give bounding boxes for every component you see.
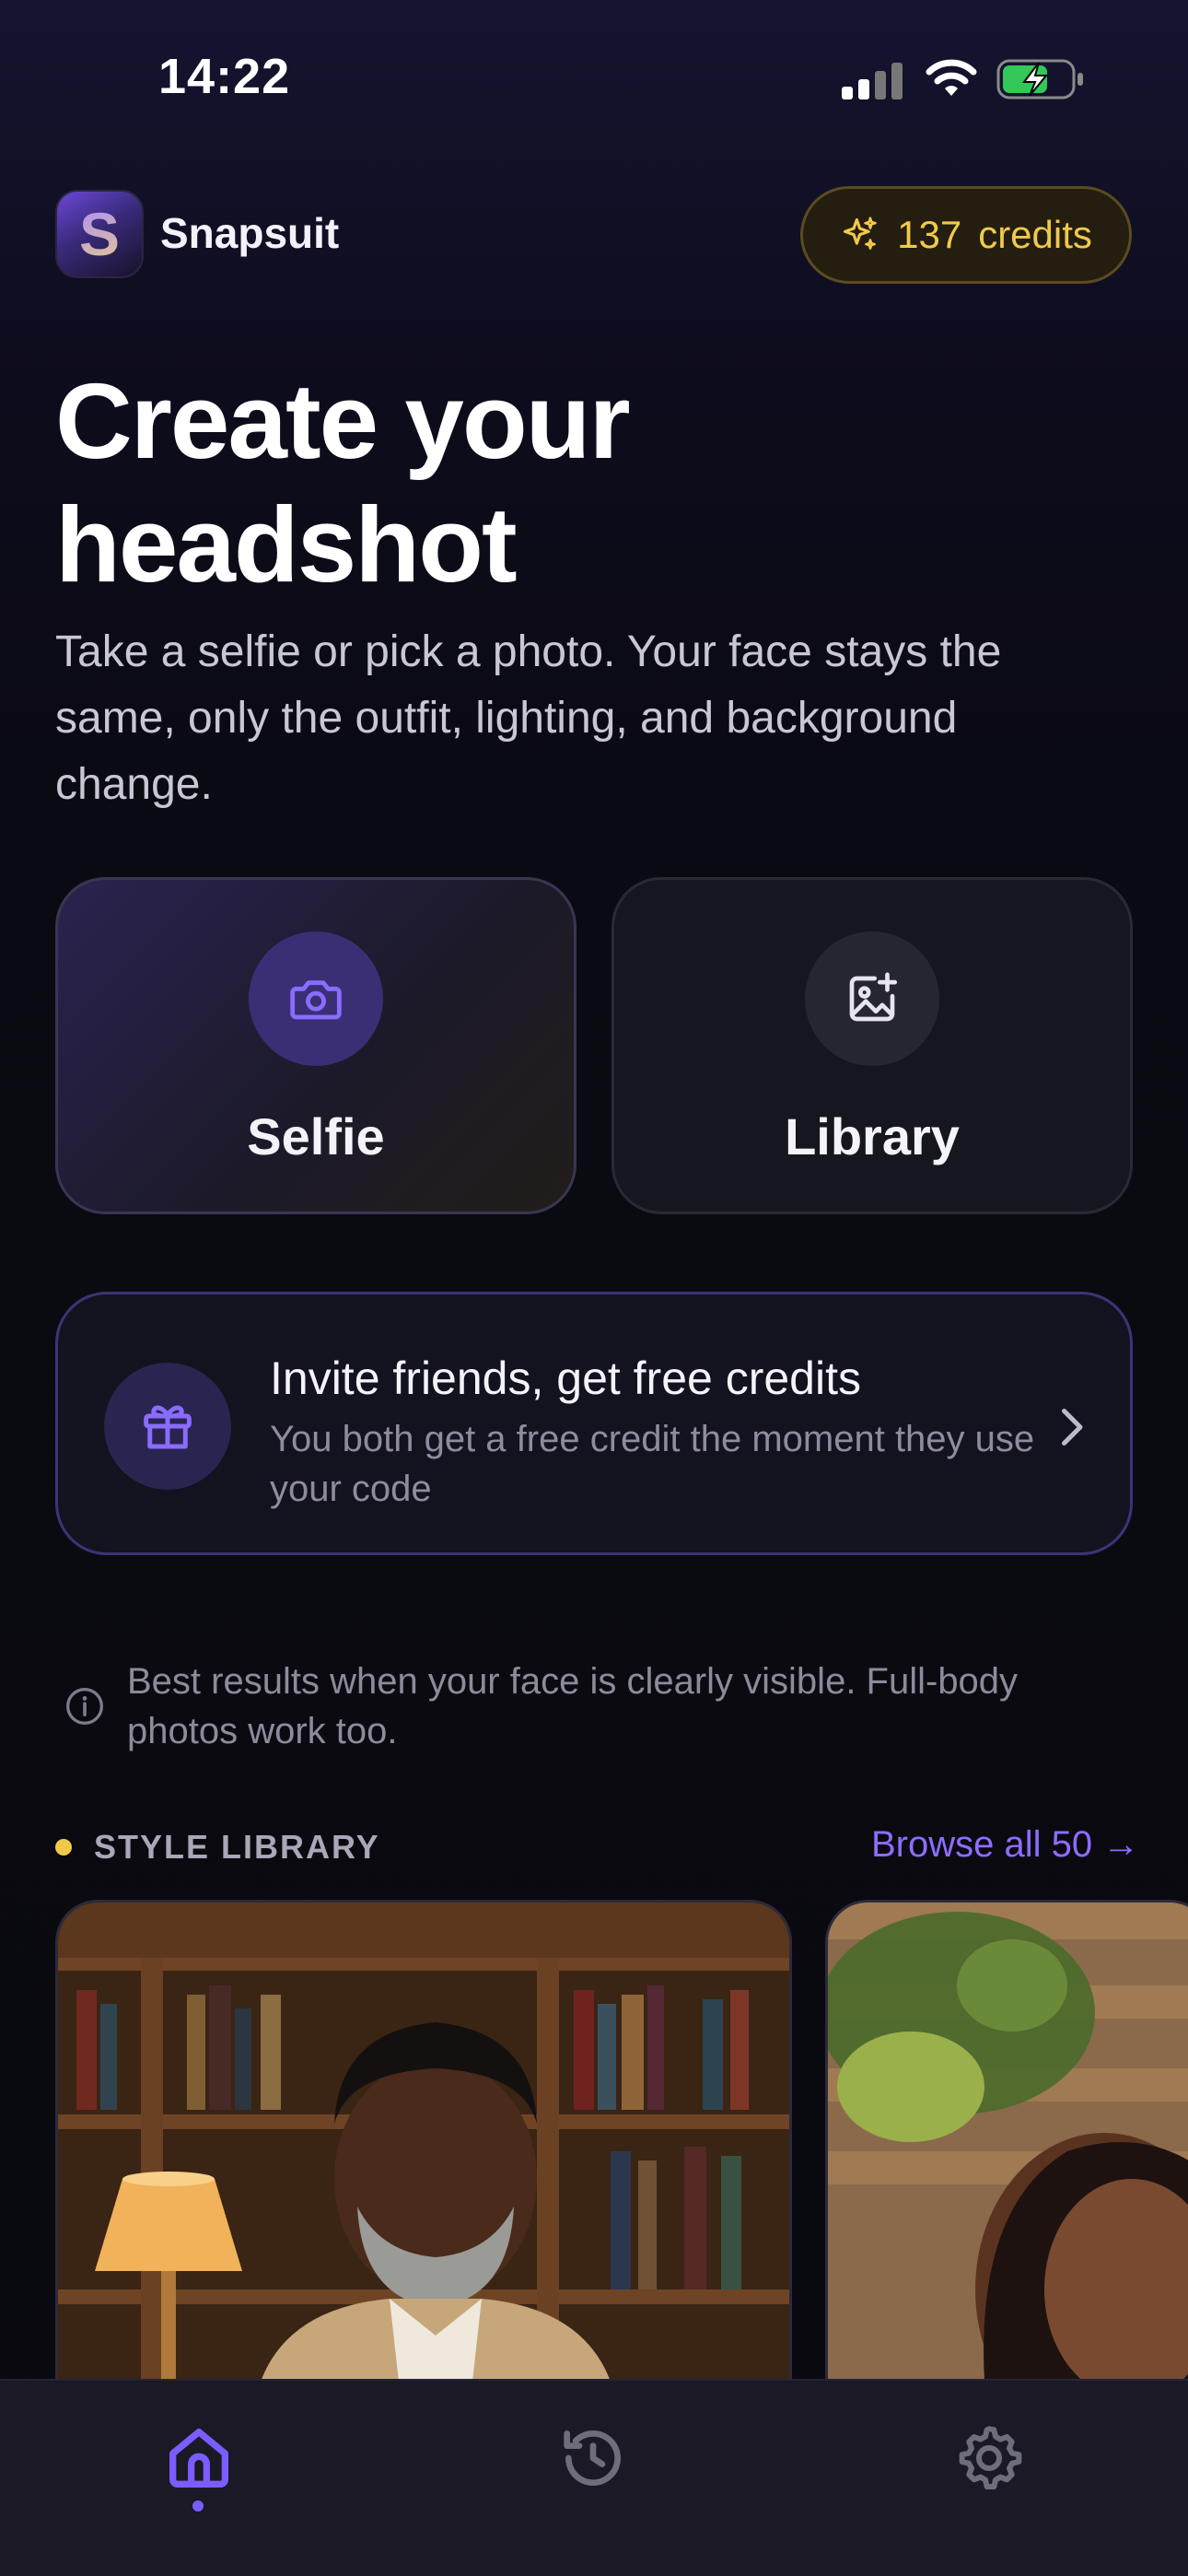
status-time: 14:22 <box>158 49 291 104</box>
style-preview-image <box>828 1903 1188 2379</box>
invite-title: Invite friends, get free credits <box>270 1352 861 1404</box>
invite-card[interactable]: Invite friends, get free credits You bot… <box>55 1292 1133 1555</box>
library-button[interactable]: Library <box>611 877 1133 1214</box>
battery-charging-icon <box>996 59 1083 100</box>
section-dot <box>55 1839 72 1856</box>
tip-text: Best results when your face is clearly v… <box>127 1661 1019 1751</box>
selfie-label: Selfie <box>247 1107 385 1165</box>
sparkle-icon <box>844 217 877 250</box>
chevron-right-icon <box>1062 1409 1083 1446</box>
home-icon[interactable] <box>162 2421 236 2495</box>
section-title: STYLE LIBRARY <box>94 1828 380 1866</box>
gift-icon <box>104 1363 231 1490</box>
selfie-button[interactable]: Selfie <box>55 877 577 1214</box>
style-preview-image <box>58 1903 789 2379</box>
page-title: Create your headshot <box>55 361 631 604</box>
app-name: Snapsuit <box>160 209 340 257</box>
invite-description: You both get a free credit the moment th… <box>270 1419 1035 1509</box>
style-card-plant-wall[interactable] <box>825 1900 1188 2379</box>
info-icon <box>66 1688 103 1725</box>
browse-all-link[interactable]: Browse all 50 → <box>871 1824 1139 1866</box>
signal-icon <box>842 63 903 100</box>
image-plus-icon <box>805 931 939 1066</box>
camera-icon <box>249 931 383 1066</box>
style-card-library-office[interactable] <box>55 1900 792 2379</box>
credits-label: credits <box>978 213 1092 256</box>
credits-button[interactable]: 137 credits <box>800 186 1132 284</box>
page-subtitle: Take a selfie or pick a photo. Your face… <box>55 627 1002 809</box>
active-tab-indicator <box>192 2500 204 2512</box>
gear-icon[interactable] <box>952 2421 1026 2495</box>
library-label: Library <box>785 1107 960 1165</box>
app-logo: S <box>55 190 144 278</box>
history-icon[interactable] <box>556 2421 630 2495</box>
wifi-icon <box>926 59 977 96</box>
credits-count: 137 <box>897 213 962 256</box>
